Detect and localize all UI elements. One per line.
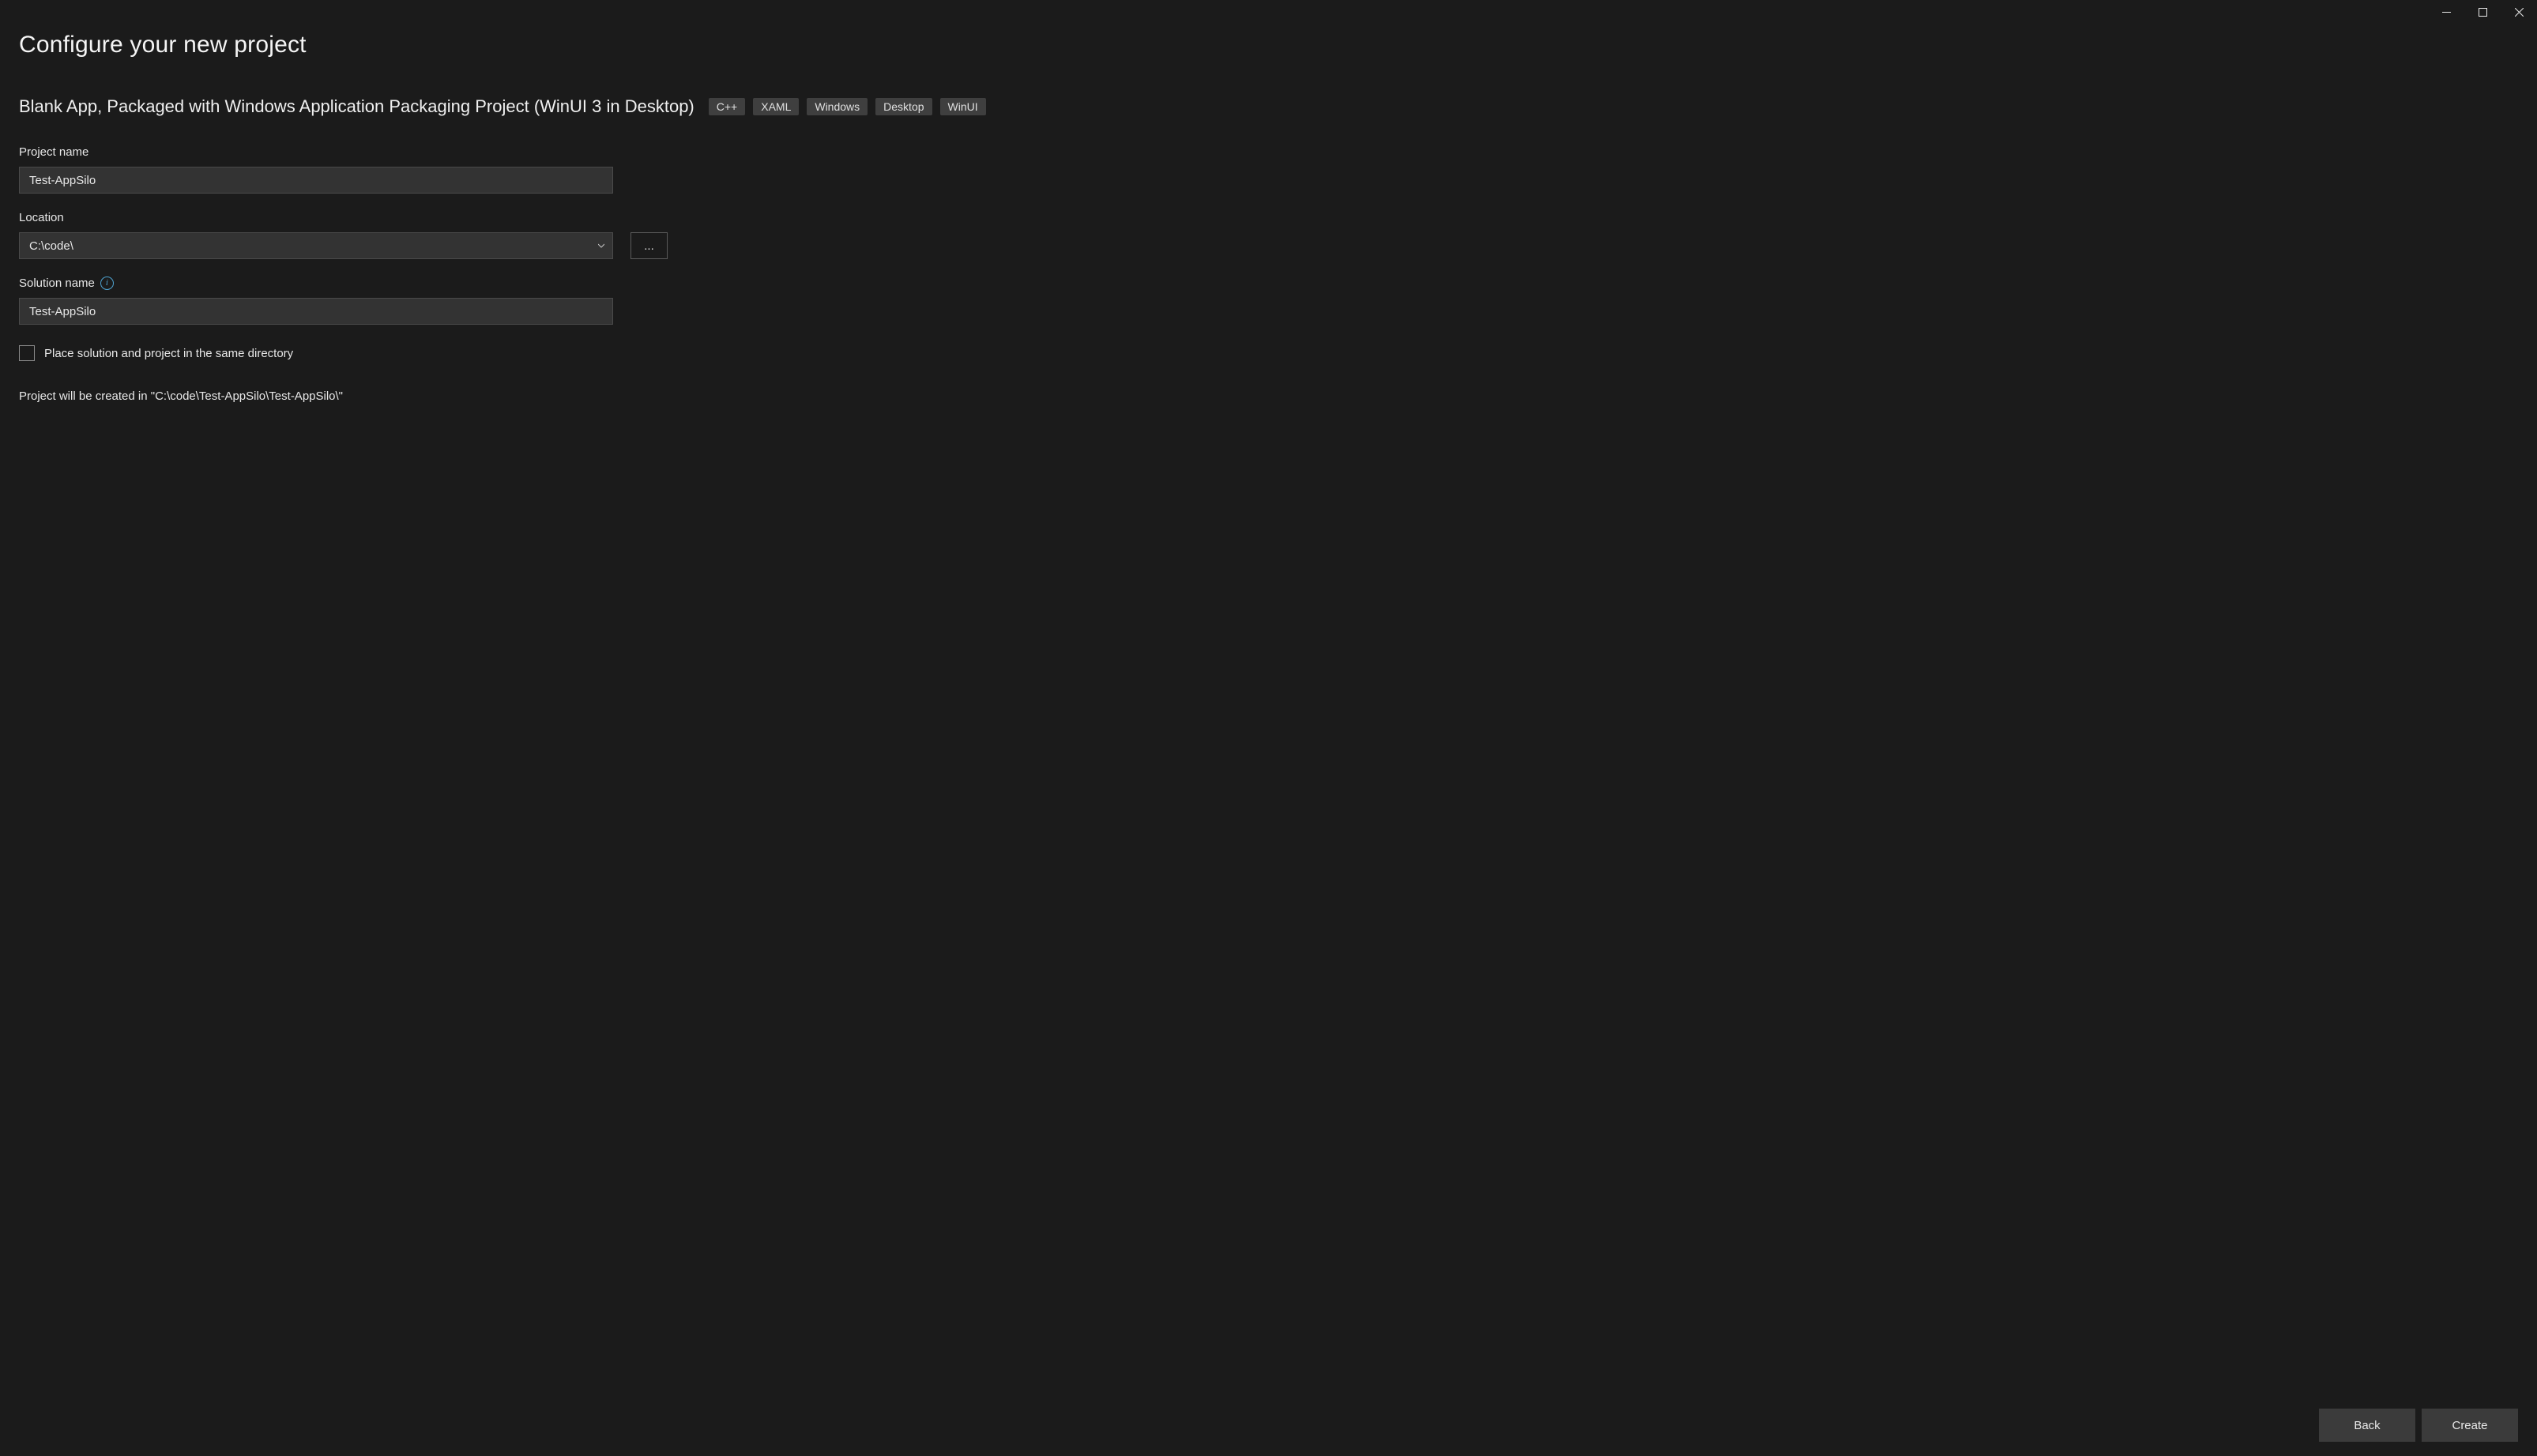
project-name-label: Project name — [19, 145, 2518, 159]
template-row: Blank App, Packaged with Windows Applica… — [19, 96, 2518, 117]
location-combobox[interactable]: C:\code\ — [19, 232, 613, 259]
solution-name-input[interactable] — [19, 298, 613, 325]
close-button[interactable] — [2501, 0, 2537, 24]
close-icon — [2515, 8, 2524, 17]
solution-name-label: Solution name — [19, 277, 95, 290]
main-content: Configure your new project Blank App, Pa… — [0, 25, 2537, 1456]
location-value: C:\code\ — [29, 239, 73, 253]
tag-winui: WinUI — [940, 98, 986, 115]
minimize-button[interactable] — [2428, 0, 2464, 24]
tag-windows: Windows — [807, 98, 868, 115]
minimize-icon — [2442, 8, 2451, 17]
maximize-icon — [2479, 8, 2487, 17]
project-name-input[interactable] — [19, 167, 613, 194]
window-controls — [2428, 0, 2537, 24]
location-group: Location C:\code\ ... — [19, 211, 2518, 259]
tag-xaml: XAML — [753, 98, 799, 115]
template-tags: C++ XAML Windows Desktop WinUI — [709, 98, 986, 115]
same-directory-label: Place solution and project in the same d… — [44, 347, 293, 360]
info-icon[interactable]: i — [100, 277, 114, 290]
page-title: Configure your new project — [19, 32, 2518, 58]
location-row: C:\code\ ... — [19, 232, 2518, 259]
browse-button[interactable]: ... — [630, 232, 668, 259]
same-directory-row: Place solution and project in the same d… — [19, 345, 2518, 361]
back-button[interactable]: Back — [2319, 1409, 2415, 1442]
maximize-button[interactable] — [2464, 0, 2501, 24]
footer-buttons: Back Create — [2319, 1409, 2518, 1442]
window-titlebar — [0, 0, 2537, 25]
project-name-group: Project name — [19, 145, 2518, 194]
tag-cpp: C++ — [709, 98, 745, 115]
solution-name-group: Solution name i — [19, 277, 2518, 325]
same-directory-checkbox[interactable] — [19, 345, 35, 361]
chevron-down-icon — [598, 243, 604, 249]
template-name: Blank App, Packaged with Windows Applica… — [19, 96, 694, 117]
create-button[interactable]: Create — [2422, 1409, 2518, 1442]
location-label: Location — [19, 211, 2518, 224]
solution-name-label-row: Solution name i — [19, 277, 2518, 290]
creation-path-text: Project will be created in "C:\code\Test… — [19, 389, 2518, 403]
tag-desktop: Desktop — [875, 98, 932, 115]
